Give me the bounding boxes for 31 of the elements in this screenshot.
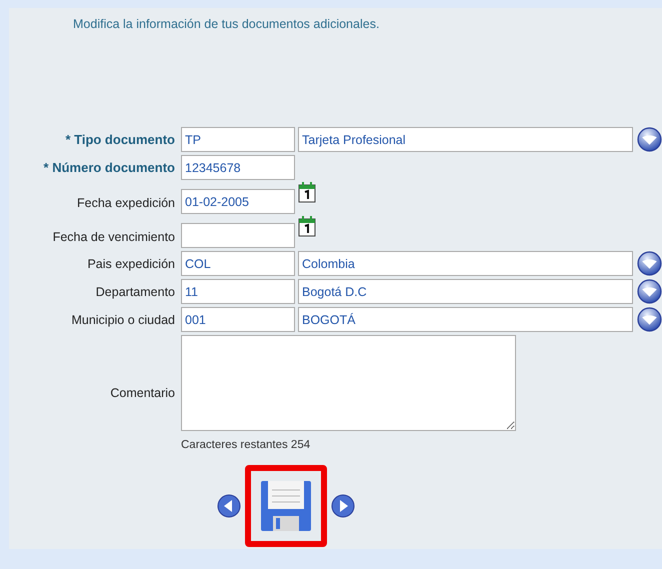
code-field[interactable]: 01-02-2005: [181, 189, 295, 214]
calendar-icon[interactable]: [298, 181, 316, 203]
name-field[interactable]: Colombia: [298, 251, 633, 276]
field-label: Departamento: [94, 284, 175, 298]
dropdown-icon[interactable]: [637, 127, 662, 152]
field-label: Pais expedición: [86, 256, 175, 270]
code-field[interactable]: TP: [181, 127, 295, 152]
field-label: * Número documento: [42, 160, 175, 175]
intro-text: Modifica la información de tus documentos adicionales.: [72, 16, 380, 31]
code-field[interactable]: 11: [181, 279, 295, 304]
comment-field[interactable]: [181, 335, 516, 431]
back-button[interactable]: [217, 494, 241, 518]
code-field[interactable]: 001: [181, 307, 295, 332]
character-counter: Caracteres restantes 254: [181, 439, 310, 451]
field-label: * Tipo documento: [64, 132, 175, 147]
name-field[interactable]: BOGOTÁ: [298, 307, 633, 332]
field-label: Municipio o ciudad: [70, 312, 175, 326]
code-field[interactable]: [181, 223, 295, 248]
save-button[interactable]: [245, 465, 327, 547]
code-field[interactable]: COL: [181, 251, 295, 276]
name-field[interactable]: Tarjeta Profesional: [298, 127, 633, 152]
dropdown-icon[interactable]: [637, 279, 662, 304]
dropdown-icon[interactable]: [637, 251, 662, 276]
dropdown-icon[interactable]: [637, 307, 662, 332]
calendar-icon[interactable]: [298, 215, 316, 237]
field-label: Comentario: [109, 386, 175, 400]
code-field[interactable]: 12345678: [181, 155, 295, 180]
name-field[interactable]: Bogotá D.C: [298, 279, 633, 304]
next-button[interactable]: [331, 494, 355, 518]
field-label: Fecha de vencimiento: [52, 228, 175, 244]
field-label: Fecha expedición: [76, 194, 175, 210]
